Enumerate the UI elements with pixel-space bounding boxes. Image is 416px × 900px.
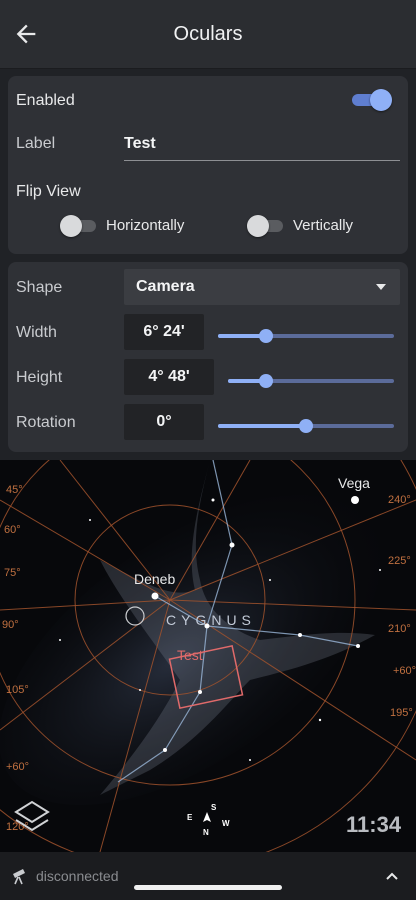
star: [163, 748, 167, 752]
grid-label: 90°: [2, 619, 19, 631]
rotation-value[interactable]: 0°: [124, 404, 204, 440]
height-slider[interactable]: [228, 372, 394, 390]
rotation-slider[interactable]: [218, 417, 394, 435]
width-label: Width: [16, 324, 57, 341]
star: [211, 498, 215, 502]
label-vega: Vega: [338, 475, 370, 491]
flip-view-label: Flip View: [16, 183, 81, 200]
grid-label: +60°: [6, 761, 29, 773]
label-field-label: Label: [16, 135, 56, 152]
label-deneb: Deneb: [134, 571, 175, 587]
rotation-label: Rotation: [16, 414, 76, 431]
connection-status: disconnected: [36, 868, 119, 884]
flip-horizontal-label: Horizontally: [106, 217, 185, 234]
star-deneb: [151, 592, 159, 600]
grid-label: 195°: [390, 707, 413, 719]
star-vega: [351, 496, 359, 504]
grid-label: 45°: [6, 484, 23, 496]
rotation-slider-fill: [218, 424, 306, 428]
compass-w: W: [222, 819, 230, 828]
star: [198, 690, 202, 694]
grid-label: +60°: [393, 665, 416, 677]
sky-map-canvas: Vega Deneb CYGNUS Test 45° 60° 75° 90° 1…: [0, 460, 416, 852]
general-settings-card: Enabled Label Test Flip View Horizontall…: [8, 76, 408, 254]
grid-label: 240°: [388, 494, 411, 506]
star: [318, 718, 322, 722]
star: [139, 689, 141, 691]
rotation-slider-thumb[interactable]: [299, 419, 313, 433]
height-label: Height: [16, 369, 63, 386]
app-bar: Oculars: [0, 0, 416, 69]
sky-map-view[interactable]: Vega Deneb CYGNUS Test 45° 60° 75° 90° 1…: [0, 460, 416, 852]
width-slider[interactable]: [218, 327, 394, 345]
enabled-toggle-knob: [370, 89, 392, 111]
star: [89, 519, 91, 521]
telescope-icon[interactable]: [10, 866, 30, 886]
shape-label: Shape: [16, 279, 63, 296]
flip-horizontal-knob: [60, 215, 82, 237]
compass-n: N: [203, 828, 209, 837]
compass-s: S: [211, 803, 217, 812]
shape-dropdown[interactable]: Camera: [124, 269, 400, 305]
star: [59, 639, 61, 641]
enabled-toggle[interactable]: [352, 89, 392, 111]
flip-vertical-toggle[interactable]: [247, 215, 287, 237]
dropdown-caret-icon: [376, 284, 386, 290]
label-constellation: CYGNUS: [166, 612, 256, 628]
chevron-up-icon[interactable]: [384, 868, 400, 884]
clock-time: 11:34: [346, 812, 402, 837]
label-input-value: Test: [124, 135, 156, 152]
ocular-geometry-card: Shape Camera Width 6° 24' Height 4° 48' …: [8, 262, 408, 452]
width-slider-thumb[interactable]: [259, 329, 273, 343]
label-ocular: Test: [177, 647, 203, 663]
grid-label: 210°: [388, 623, 411, 635]
star: [379, 569, 381, 571]
enabled-label: Enabled: [16, 92, 75, 109]
grid-label: 75°: [4, 567, 21, 579]
compass-e: E: [187, 813, 193, 822]
flip-vertical-label: Vertically: [293, 217, 354, 234]
grid-label: 225°: [388, 555, 411, 567]
shape-value: Camera: [136, 278, 195, 295]
arrow-back-icon[interactable]: [12, 20, 40, 48]
star: [229, 542, 235, 548]
flip-horizontal-toggle[interactable]: [60, 215, 100, 237]
home-indicator[interactable]: [134, 885, 282, 890]
width-value[interactable]: 6° 24': [124, 314, 204, 350]
star: [298, 633, 302, 637]
label-input[interactable]: Test: [124, 128, 400, 161]
bottom-status-bar: disconnected: [0, 852, 416, 900]
grid-label: 105°: [6, 684, 29, 696]
grid-label: 60°: [4, 524, 21, 536]
page-title: Oculars: [173, 22, 243, 45]
star: [356, 644, 360, 648]
height-slider-thumb[interactable]: [259, 374, 273, 388]
height-value[interactable]: 4° 48': [124, 359, 214, 395]
star: [249, 759, 251, 761]
flip-vertical-knob: [247, 215, 269, 237]
star: [269, 579, 271, 581]
